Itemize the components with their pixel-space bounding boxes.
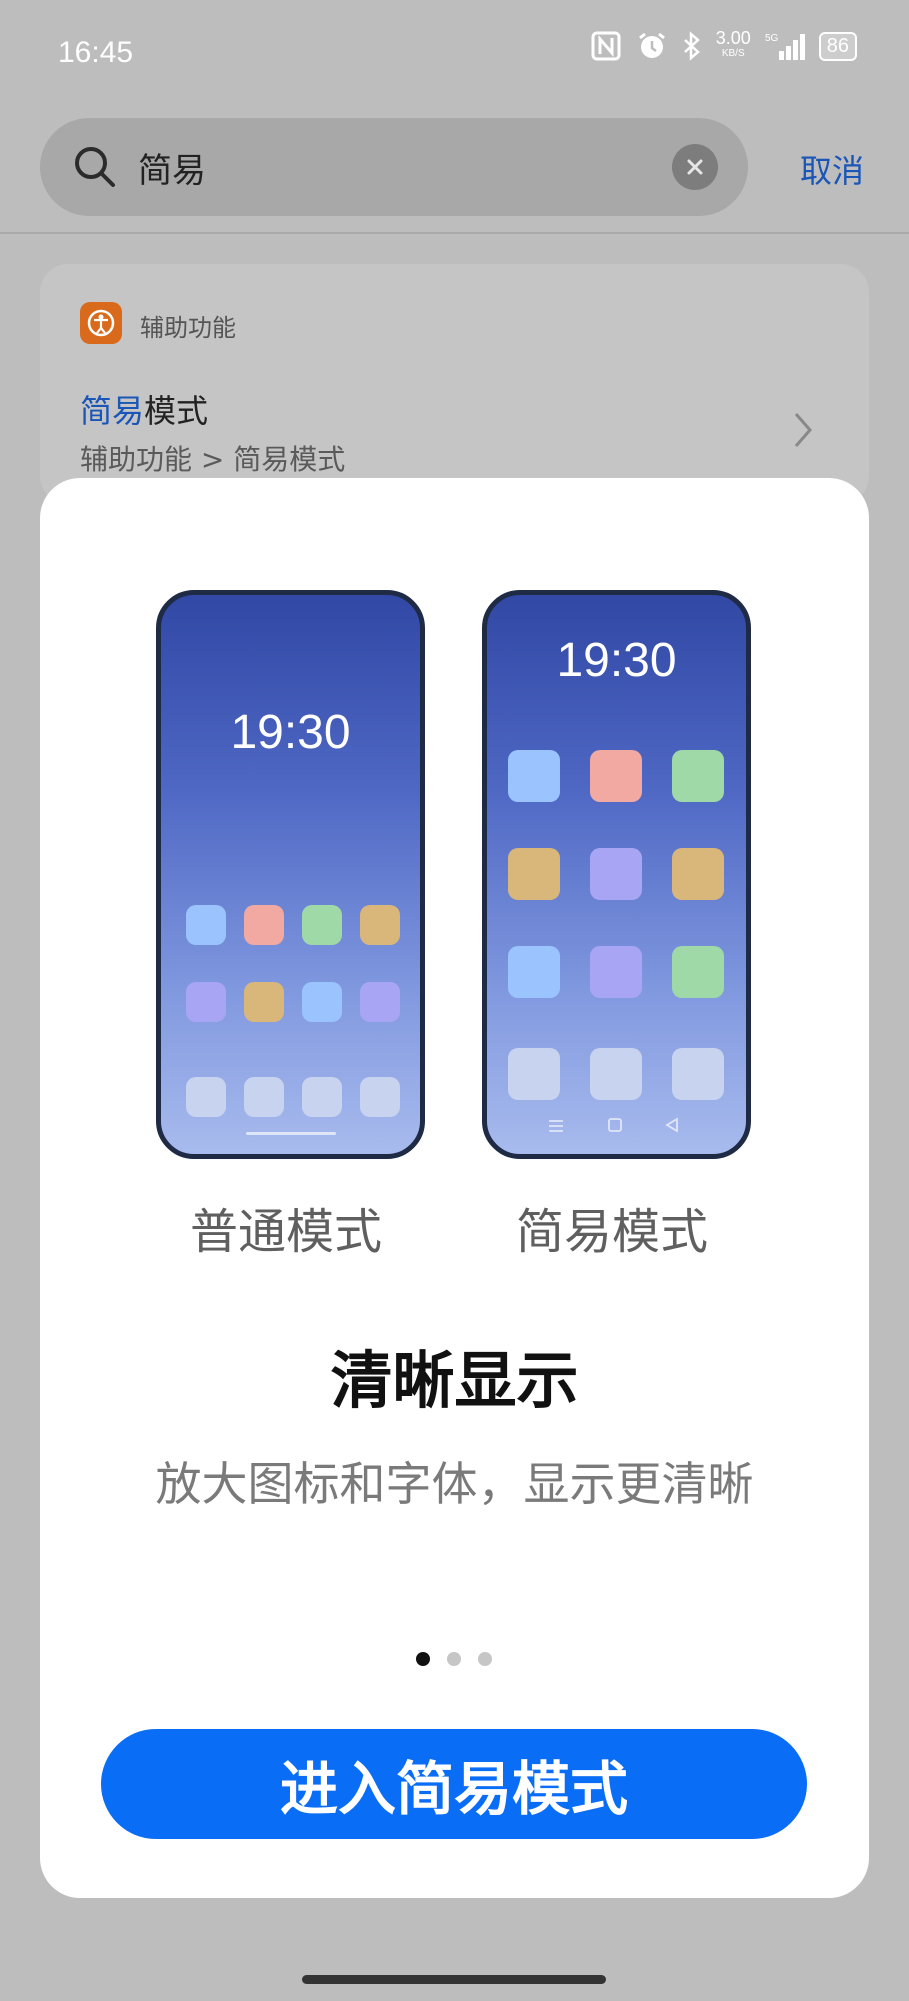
- app-tile: [186, 982, 226, 1022]
- app-tile: [508, 848, 560, 900]
- feature-headline: 清晰显示: [330, 1344, 579, 1417]
- app-tile: [672, 750, 724, 802]
- app-tile: [508, 946, 560, 998]
- net-speed: 3.00 KB/S: [715, 28, 751, 59]
- chevron-right-icon: [794, 413, 812, 447]
- app-tile: [508, 750, 560, 802]
- accessibility-icon: [80, 302, 122, 344]
- dock-tile: [302, 1077, 342, 1117]
- app-tile: [590, 750, 642, 802]
- result-title-rest: 模式: [144, 392, 209, 430]
- page-dot-active[interactable]: [416, 1652, 430, 1666]
- divider: [0, 232, 909, 234]
- app-tile: [360, 905, 400, 945]
- result-category: 辅助功能: [140, 314, 236, 342]
- result-path: 辅助功能 > 简易模式: [80, 443, 346, 476]
- clear-search-button[interactable]: [672, 144, 718, 190]
- dock-tile: [360, 1077, 400, 1117]
- result-title-highlight: 简易: [80, 392, 145, 430]
- search-input[interactable]: 简易: [138, 143, 672, 192]
- nav-buttons: [549, 1117, 678, 1133]
- dock-tile: [590, 1048, 642, 1100]
- app-tile: [186, 905, 226, 945]
- bluetooth-icon: [683, 31, 700, 61]
- battery-icon: 86: [818, 31, 857, 61]
- normal-mode-preview: 19:30: [156, 590, 425, 1159]
- gesture-bar: [246, 1132, 336, 1135]
- nfc-icon: [591, 31, 621, 61]
- simple-mode-label: 简易模式: [515, 1204, 708, 1260]
- status-icons: 3.00 KB/S 5G 86: [590, 28, 857, 62]
- page-dot[interactable]: [478, 1652, 492, 1666]
- app-tile: [244, 982, 284, 1022]
- close-icon: [687, 159, 703, 175]
- cancel-button[interactable]: 取消: [800, 146, 864, 192]
- signal-icon: 5G: [765, 33, 805, 60]
- page-dot[interactable]: [447, 1652, 461, 1666]
- simple-mode-preview: 19:30: [482, 590, 751, 1159]
- preview-clock: 19:30: [230, 706, 351, 759]
- dock-tile: [672, 1048, 724, 1100]
- dock-tile: [244, 1077, 284, 1117]
- home-indicator[interactable]: [302, 1975, 606, 1984]
- app-tile: [244, 905, 284, 945]
- alarm-icon: [638, 32, 665, 58]
- feature-description: 放大图标和字体，显示更清晰: [155, 1457, 754, 1511]
- normal-mode-label: 普通模式: [189, 1204, 382, 1260]
- dock-tile: [508, 1048, 560, 1100]
- dock-tile: [186, 1077, 226, 1117]
- app-tile: [672, 848, 724, 900]
- search-bar[interactable]: 简易: [40, 118, 748, 216]
- search-icon: [75, 147, 115, 187]
- app-tile: [302, 905, 342, 945]
- enter-simple-mode-button[interactable]: 进入简易模式: [101, 1729, 807, 1839]
- app-tile: [672, 946, 724, 998]
- svg-text:5G: 5G: [765, 33, 779, 44]
- app-tile: [360, 982, 400, 1022]
- result-title[interactable]: 简易模式: [80, 386, 208, 432]
- preview-clock: 19:30: [556, 634, 677, 687]
- app-tile: [590, 946, 642, 998]
- app-tile: [590, 848, 642, 900]
- status-time: 16:45: [58, 36, 134, 69]
- app-tile: [302, 982, 342, 1022]
